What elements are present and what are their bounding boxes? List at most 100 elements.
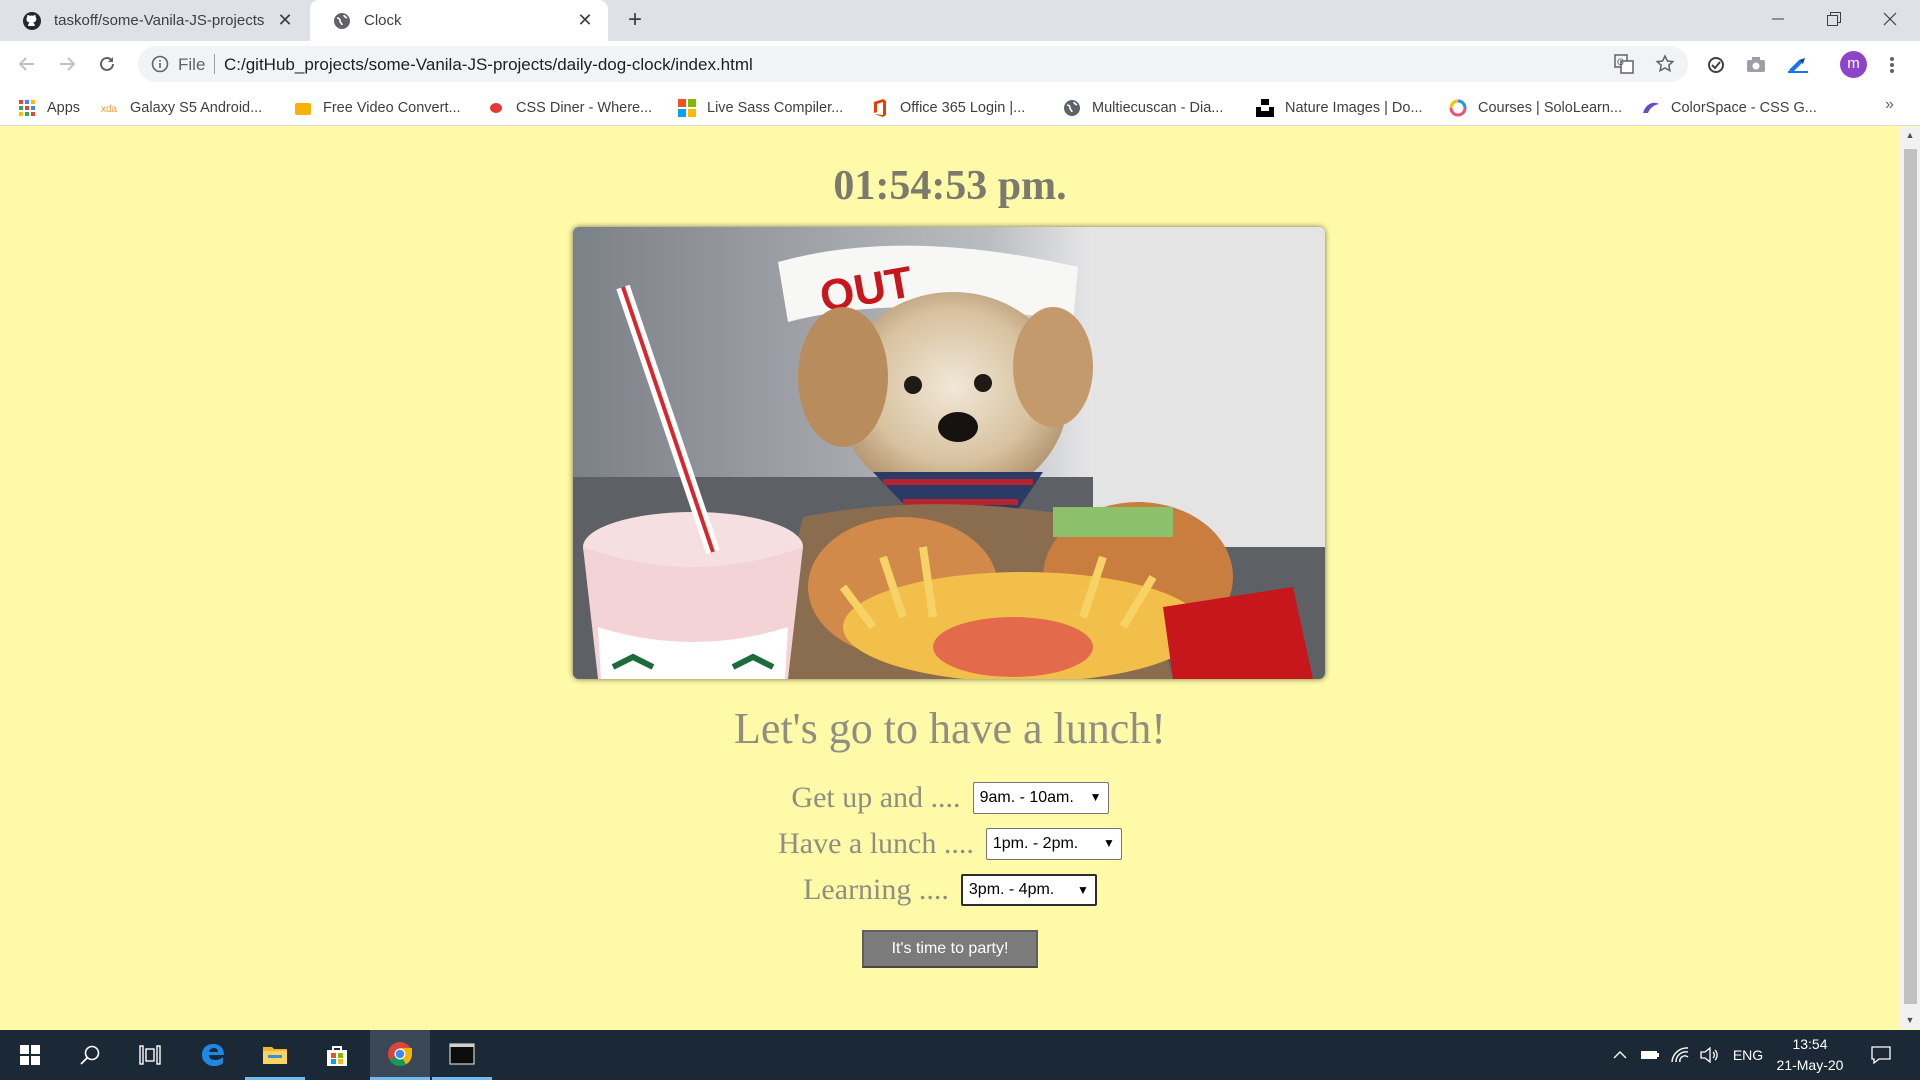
microsoft-icon bbox=[678, 99, 696, 117]
wake-up-row: Get up and .... 9am. - 10am. ▼ bbox=[0, 781, 1900, 815]
volume-icon[interactable] bbox=[1698, 1030, 1722, 1080]
learning-select[interactable]: 3pm. - 4pm. ▼ bbox=[960, 874, 1097, 906]
new-tab-button[interactable]: + bbox=[622, 8, 648, 34]
page-content: 01:54:53 pm. OUT Let's go to have a lunc… bbox=[0, 127, 1900, 1029]
chevron-up-icon[interactable] bbox=[1608, 1030, 1632, 1080]
lunch-label: Have a lunch .... bbox=[778, 827, 974, 860]
star-icon[interactable] bbox=[1654, 53, 1676, 75]
tab-clock[interactable]: Clock ✕ bbox=[310, 0, 608, 41]
profile-avatar[interactable]: m bbox=[1840, 51, 1867, 78]
more-bookmarks-button[interactable]: » bbox=[1885, 96, 1894, 114]
menu-icon[interactable] bbox=[1880, 53, 1904, 77]
lunch-row: Have a lunch .... 1pm. - 2pm. ▼ bbox=[0, 827, 1900, 861]
camera-icon[interactable] bbox=[1744, 53, 1768, 77]
search-icon[interactable] bbox=[60, 1030, 120, 1080]
notifications-icon[interactable] bbox=[1866, 1030, 1896, 1080]
video-converter-icon bbox=[294, 99, 312, 117]
file-explorer-icon[interactable] bbox=[245, 1030, 305, 1080]
bookmark-label: Galaxy S5 Android... bbox=[130, 100, 263, 116]
select-value: 9am. - 10am. bbox=[979, 789, 1074, 806]
bookmark-free-video-convert[interactable]: Free Video Convert... bbox=[294, 97, 461, 119]
dropdown-arrow-icon: ▼ bbox=[1102, 836, 1115, 850]
scheme-label: File bbox=[178, 55, 206, 74]
css-diner-icon bbox=[487, 99, 505, 117]
language-indicator[interactable]: ENG bbox=[1728, 1030, 1768, 1080]
restore-icon[interactable] bbox=[1806, 0, 1862, 38]
taskbar-clock[interactable]: 13:54 21-May-20 bbox=[1764, 1034, 1856, 1076]
close-icon[interactable]: ✕ bbox=[274, 10, 296, 32]
reload-icon[interactable] bbox=[92, 49, 122, 79]
battery-icon[interactable] bbox=[1638, 1030, 1662, 1080]
bookmark-label: Apps bbox=[47, 100, 81, 116]
windows-start-icon[interactable] bbox=[0, 1030, 60, 1080]
forward-icon[interactable] bbox=[52, 49, 82, 79]
tab-strip: taskoff/some-Vanila-JS-projects ✕ Clock … bbox=[0, 0, 1920, 41]
lunch-select[interactable]: 1pm. - 2pm. ▼ bbox=[985, 828, 1122, 860]
bookmark-multiecuscan[interactable]: Multiecuscan - Dia... bbox=[1063, 97, 1223, 119]
scroll-up-icon[interactable]: ▲ bbox=[1900, 127, 1920, 144]
taskbar-date: 21-May-20 bbox=[1776, 1057, 1844, 1073]
learning-label: Learning .... bbox=[803, 873, 949, 906]
svg-text:G: G bbox=[1617, 57, 1624, 67]
party-button[interactable]: It's time to party! bbox=[862, 930, 1038, 968]
bookmark-apps[interactable]: Apps bbox=[18, 97, 80, 119]
select-value: 1pm. - 2pm. bbox=[992, 835, 1079, 852]
xda-icon: xda bbox=[101, 99, 119, 117]
globe-icon bbox=[332, 11, 352, 31]
extension-icon[interactable] bbox=[1786, 53, 1810, 77]
bookmark-colorspace[interactable]: ColorSpace - CSS G... bbox=[1642, 97, 1817, 119]
bookmark-css-diner[interactable]: CSS Diner - Where... bbox=[487, 97, 652, 119]
tab-github[interactable]: taskoff/some-Vanila-JS-projects ✕ bbox=[0, 0, 308, 41]
bookmark-label: Live Sass Compiler... bbox=[707, 100, 844, 116]
colorspace-icon bbox=[1642, 99, 1660, 117]
bookmark-nature-images[interactable]: Nature Images | Do... bbox=[1256, 97, 1423, 119]
address-bar[interactable]: File C:/gitHub_projects/some-Vanila-JS-p… bbox=[138, 46, 1688, 82]
clock-display: 01:54:53 pm. bbox=[833, 163, 1067, 209]
globe-icon bbox=[1063, 99, 1081, 117]
bookmark-label: Courses | SoloLearn... bbox=[1478, 100, 1623, 116]
window-close-icon[interactable] bbox=[1862, 0, 1918, 38]
office-icon bbox=[871, 99, 889, 117]
wifi-icon[interactable] bbox=[1668, 1030, 1692, 1080]
divider bbox=[214, 54, 215, 74]
close-icon[interactable]: ✕ bbox=[574, 10, 596, 32]
bookmark-label: Free Video Convert... bbox=[323, 100, 461, 116]
bookmark-sololearn[interactable]: Courses | SoloLearn... bbox=[1449, 97, 1622, 119]
github-icon bbox=[22, 11, 42, 31]
minimize-icon[interactable] bbox=[1750, 0, 1806, 38]
bookmark-label: Nature Images | Do... bbox=[1285, 100, 1423, 116]
task-view-icon[interactable] bbox=[120, 1030, 180, 1080]
lunch-headline: Let's go to have a lunch! bbox=[734, 704, 1166, 753]
url-text[interactable]: C:/gitHub_projects/some-Vanila-JS-projec… bbox=[224, 55, 753, 75]
taskbar-time: 13:54 bbox=[1792, 1036, 1828, 1052]
info-icon[interactable] bbox=[150, 54, 170, 74]
translate-icon[interactable]: G bbox=[1613, 53, 1635, 75]
apps-grid-icon bbox=[18, 99, 36, 117]
bookmark-galaxy-s5[interactable]: xda Galaxy S5 Android... bbox=[101, 97, 262, 119]
scroll-thumb[interactable] bbox=[1904, 149, 1917, 1004]
edge-icon[interactable] bbox=[183, 1030, 243, 1080]
browser-toolbar: File C:/gitHub_projects/some-Vanila-JS-p… bbox=[0, 41, 1920, 88]
wake-up-label: Get up and .... bbox=[791, 781, 961, 814]
bookmark-label: Office 365 Login |... bbox=[900, 100, 1026, 116]
terminal-icon[interactable] bbox=[432, 1030, 492, 1080]
wake-up-select[interactable]: 9am. - 10am. ▼ bbox=[972, 782, 1109, 814]
bookmark-office-365[interactable]: Office 365 Login |... bbox=[871, 97, 1025, 119]
dropdown-arrow-icon: ▼ bbox=[1077, 883, 1089, 897]
dropdown-arrow-icon: ▼ bbox=[1089, 790, 1102, 804]
sync-extension-icon[interactable] bbox=[1704, 53, 1728, 77]
windows-taskbar: ENG 13:54 21-May-20 bbox=[0, 1030, 1920, 1080]
svg-text:xda: xda bbox=[101, 104, 118, 114]
bookmark-label: CSS Diner - Where... bbox=[516, 100, 653, 116]
sololearn-icon bbox=[1449, 99, 1467, 117]
bookmark-live-sass-compiler[interactable]: Live Sass Compiler... bbox=[678, 97, 843, 119]
tab-title: Clock bbox=[364, 12, 402, 29]
select-value: 3pm. - 4pm. bbox=[968, 881, 1055, 898]
bookmarks-bar: Apps xda Galaxy S5 Android... Free Video… bbox=[0, 88, 1920, 126]
bookmark-label: ColorSpace - CSS G... bbox=[1671, 100, 1817, 116]
back-icon[interactable] bbox=[12, 49, 42, 79]
store-icon[interactable] bbox=[307, 1030, 367, 1080]
chrome-icon[interactable] bbox=[370, 1030, 430, 1080]
scroll-down-icon[interactable]: ▼ bbox=[1900, 1012, 1920, 1029]
page-scrollbar[interactable]: ▲ ▼ bbox=[1900, 127, 1920, 1029]
